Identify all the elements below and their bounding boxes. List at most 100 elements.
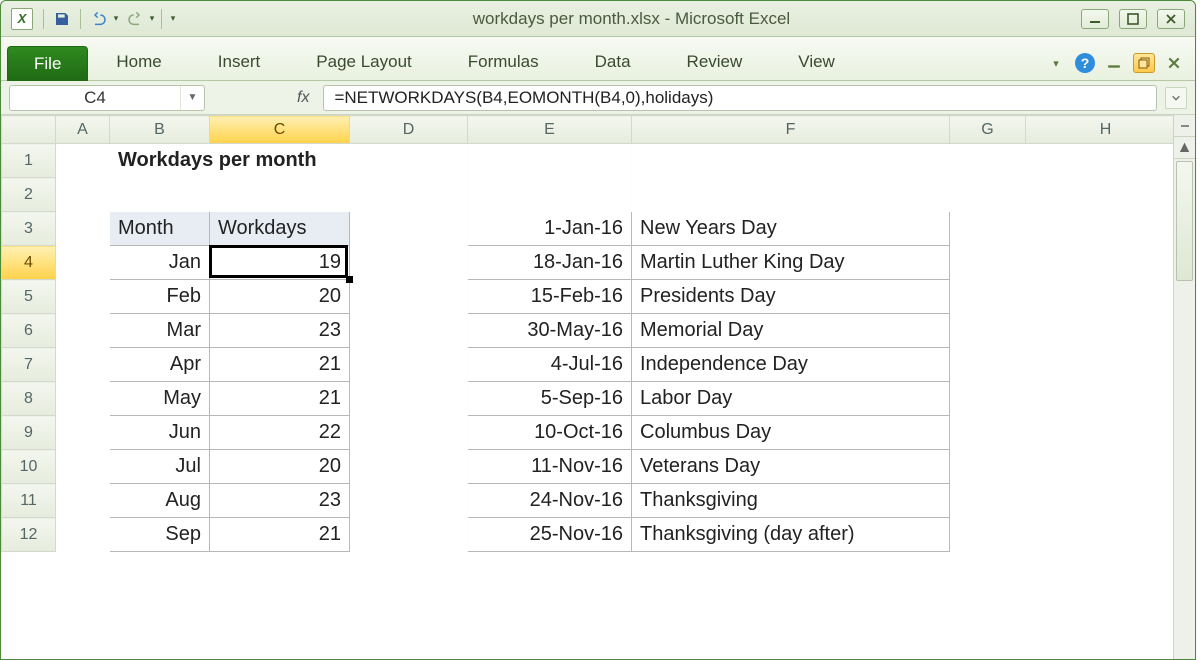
cell-E4[interactable]: 18-Jan-16: [468, 246, 632, 280]
cell-F11[interactable]: Thanksgiving: [632, 484, 950, 518]
cell-G10[interactable]: [950, 450, 1026, 484]
cell-H4[interactable]: [1026, 246, 1174, 280]
cell-A4[interactable]: [56, 246, 110, 280]
cell-A3[interactable]: [56, 212, 110, 246]
cell-D9[interactable]: [350, 416, 468, 450]
cell-A11[interactable]: [56, 484, 110, 518]
tab-data[interactable]: Data: [567, 42, 659, 80]
tab-page-layout[interactable]: Page Layout: [288, 42, 439, 80]
cell-C10[interactable]: 20: [210, 450, 350, 484]
cell-H6[interactable]: [1026, 314, 1174, 348]
cell-F3[interactable]: New Years Day: [632, 212, 950, 246]
cell-B12[interactable]: Sep: [110, 518, 210, 552]
maximize-button[interactable]: [1119, 9, 1147, 29]
file-tab[interactable]: File: [7, 46, 88, 81]
col-header-E[interactable]: E: [468, 116, 632, 144]
cell-H5[interactable]: [1026, 280, 1174, 314]
cell-C6[interactable]: 23: [210, 314, 350, 348]
row-header-12[interactable]: 12: [2, 518, 56, 552]
tab-review[interactable]: Review: [659, 42, 771, 80]
row-header-3[interactable]: 3: [2, 212, 56, 246]
cell-B4[interactable]: Jan: [110, 246, 210, 280]
cell-E5[interactable]: 15-Feb-16: [468, 280, 632, 314]
cell-C7[interactable]: 21: [210, 348, 350, 382]
cell-C8[interactable]: 21: [210, 382, 350, 416]
row-header-8[interactable]: 8: [2, 382, 56, 416]
cell-C12[interactable]: 21: [210, 518, 350, 552]
grid[interactable]: A B C D E F G H 1 Workdays p: [1, 115, 1173, 659]
close-button[interactable]: [1157, 9, 1185, 29]
cell-D11[interactable]: [350, 484, 468, 518]
formula-input[interactable]: =NETWORKDAYS(B4,EOMONTH(B4,0),holidays): [323, 85, 1157, 111]
cell-G6[interactable]: [950, 314, 1026, 348]
cell-G12[interactable]: [950, 518, 1026, 552]
cell-A5[interactable]: [56, 280, 110, 314]
tab-home[interactable]: Home: [88, 42, 189, 80]
cell-E8[interactable]: 5-Sep-16: [468, 382, 632, 416]
cell-E6[interactable]: 30-May-16: [468, 314, 632, 348]
cell-G8[interactable]: [950, 382, 1026, 416]
cell-B9[interactable]: Jun: [110, 416, 210, 450]
cell-G9[interactable]: [950, 416, 1026, 450]
cell-E12[interactable]: 25-Nov-16: [468, 518, 632, 552]
cell-H10[interactable]: [1026, 450, 1174, 484]
cell-G5[interactable]: [950, 280, 1026, 314]
cell-C5[interactable]: 20: [210, 280, 350, 314]
cell-D4[interactable]: [350, 246, 468, 280]
cell-F12[interactable]: Thanksgiving (day after): [632, 518, 950, 552]
cell-A1[interactable]: [56, 144, 110, 178]
tab-insert[interactable]: Insert: [190, 42, 289, 80]
cell-H7[interactable]: [1026, 348, 1174, 382]
undo-button[interactable]: [85, 7, 113, 31]
cell-H8[interactable]: [1026, 382, 1174, 416]
cell-D7[interactable]: [350, 348, 468, 382]
undo-dropdown[interactable]: ▾: [111, 13, 121, 24]
minimize-button[interactable]: [1081, 9, 1109, 29]
cell-E9[interactable]: 10-Oct-16: [468, 416, 632, 450]
workbook-close-button[interactable]: [1163, 52, 1185, 74]
cell-F9[interactable]: Columbus Day: [632, 416, 950, 450]
cell-A12[interactable]: [56, 518, 110, 552]
cell-D3[interactable]: [350, 212, 468, 246]
cell-D2[interactable]: [350, 178, 468, 212]
cell-A9[interactable]: [56, 416, 110, 450]
col-header-D[interactable]: D: [350, 116, 468, 144]
cell-B5[interactable]: Feb: [110, 280, 210, 314]
row-header-4[interactable]: 4: [2, 246, 56, 280]
col-header-G[interactable]: G: [950, 116, 1026, 144]
tab-view[interactable]: View: [770, 42, 863, 80]
fill-handle[interactable]: [346, 276, 353, 283]
fx-label[interactable]: fx: [291, 89, 315, 107]
qat-customize-dropdown[interactable]: ▾: [164, 13, 182, 24]
workbook-minimize-button[interactable]: [1103, 52, 1125, 74]
row-header-1[interactable]: 1: [2, 144, 56, 178]
cell-D5[interactable]: [350, 280, 468, 314]
cell-E1[interactable]: [468, 144, 632, 178]
cell-G11[interactable]: [950, 484, 1026, 518]
cell-G3[interactable]: [950, 212, 1026, 246]
cell-D12[interactable]: [350, 518, 468, 552]
cell-C4[interactable]: 19: [210, 246, 350, 280]
tab-formulas[interactable]: Formulas: [440, 42, 567, 80]
scroll-split-icon[interactable]: [1174, 115, 1195, 137]
cell-G7[interactable]: [950, 348, 1026, 382]
name-box[interactable]: C4 ▼: [9, 85, 205, 111]
cell-H12[interactable]: [1026, 518, 1174, 552]
ribbon-options-dropdown[interactable]: ▾: [1045, 52, 1067, 74]
cell-F2[interactable]: [632, 178, 950, 212]
cell-H2[interactable]: [1026, 178, 1174, 212]
cell-C3[interactable]: Workdays: [210, 212, 350, 246]
row-header-11[interactable]: 11: [2, 484, 56, 518]
cell-F1[interactable]: [632, 144, 950, 178]
cell-B1[interactable]: Workdays per month: [110, 144, 468, 178]
cell-B11[interactable]: Aug: [110, 484, 210, 518]
cell-F7[interactable]: Independence Day: [632, 348, 950, 382]
name-box-dropdown[interactable]: ▼: [180, 86, 204, 110]
col-header-F[interactable]: F: [632, 116, 950, 144]
formula-bar-expand[interactable]: [1165, 87, 1187, 109]
cell-G1[interactable]: [950, 144, 1026, 178]
cell-G2[interactable]: [950, 178, 1026, 212]
cell-D10[interactable]: [350, 450, 468, 484]
cell-H9[interactable]: [1026, 416, 1174, 450]
scroll-track[interactable]: [1174, 159, 1195, 659]
